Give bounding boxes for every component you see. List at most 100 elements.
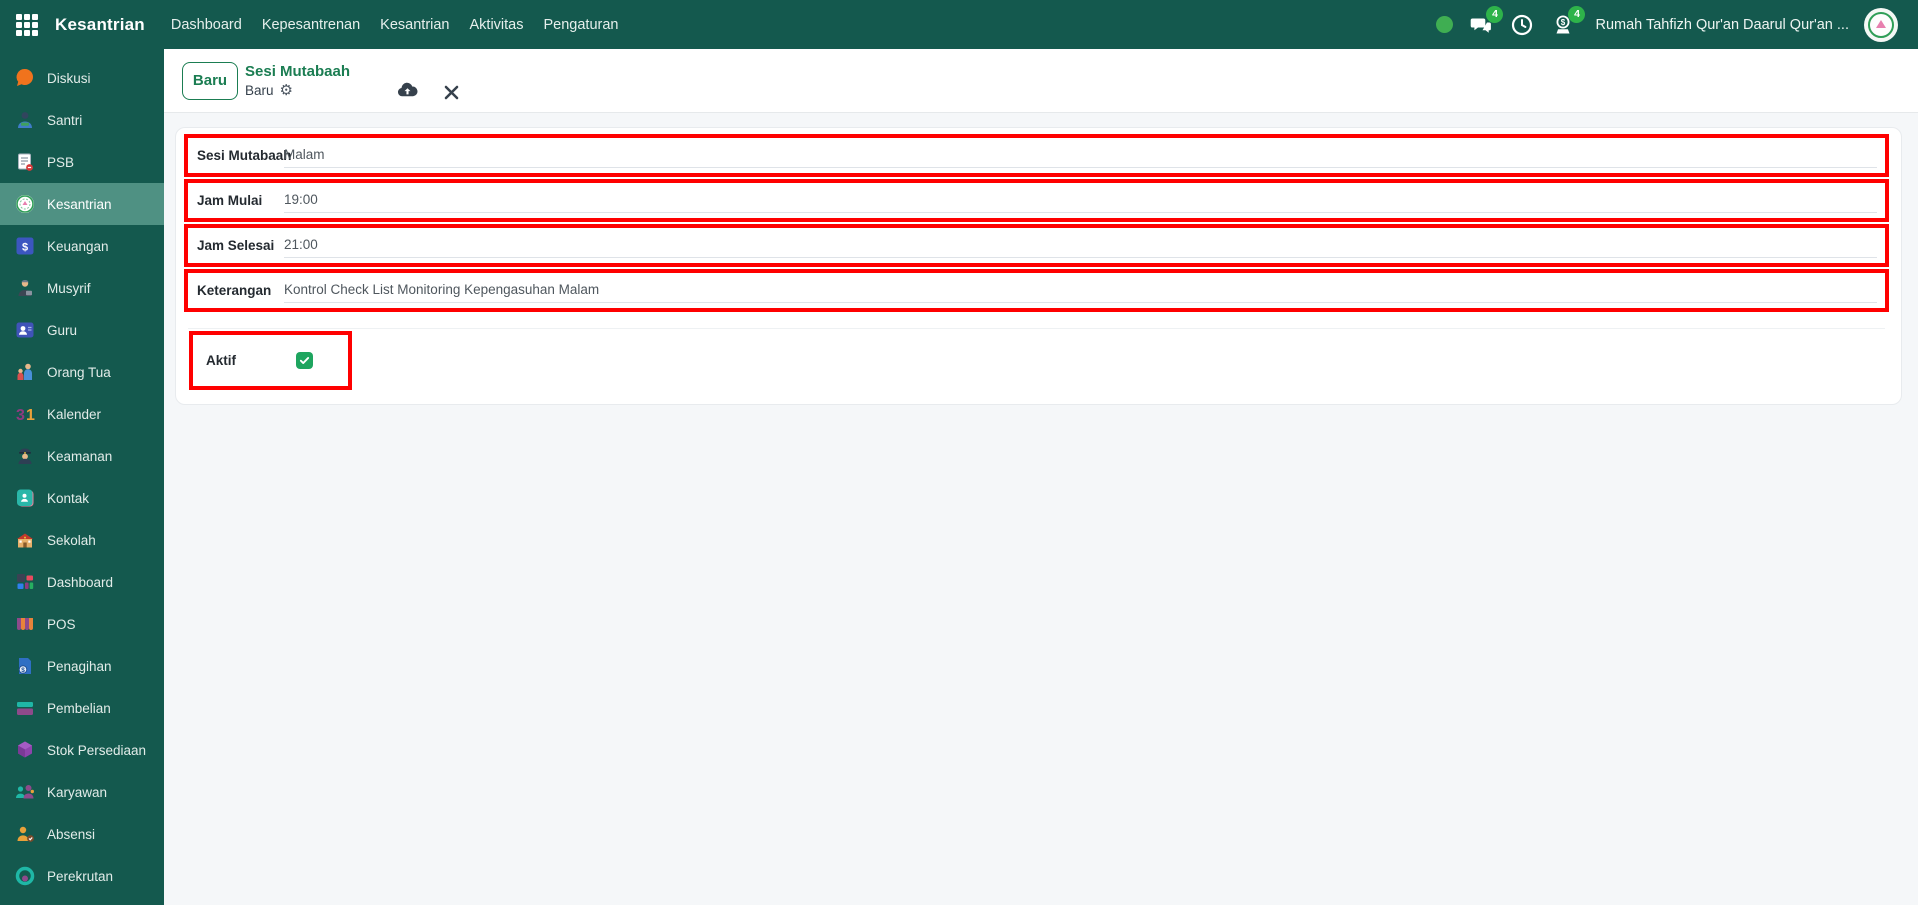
sidebar-item-stok-persediaan[interactable]: Stok Persediaan (0, 729, 164, 771)
field-row-jam-mulai: Jam Mulai 19:00 (184, 179, 1889, 222)
nav-item-aktivitas[interactable]: Aktivitas (470, 17, 524, 33)
form-card: Sesi Mutabaah Malam Jam Mulai 19:00 Jam … (175, 127, 1902, 405)
svg-text:3: 3 (16, 407, 25, 424)
svg-text:$: $ (1561, 18, 1566, 27)
aktif-checkbox[interactable] (296, 352, 313, 369)
time-icon[interactable] (1509, 12, 1535, 38)
org-avatar[interactable] (1864, 7, 1898, 42)
field-row-jam-selesai: Jam Selesai 21:00 (184, 224, 1889, 267)
sidebar-item-guru[interactable]: Guru (0, 309, 164, 351)
sidebar-item-sekolah[interactable]: Sekolah (0, 519, 164, 561)
school-icon (14, 529, 36, 551)
field-row-sesi-mutabaah: Sesi Mutabaah Malam (184, 134, 1889, 177)
sidebar-item-kalender[interactable]: 31 Kalender (0, 393, 164, 435)
field-label: Jam Selesai (197, 238, 275, 253)
sidebar-item-label: Sekolah (47, 532, 96, 548)
organization-name[interactable]: Rumah Tahfizh Qur'an Daarul Qur'an ... (1595, 17, 1849, 33)
sidebar-item-orang-tua[interactable]: Orang Tua (0, 351, 164, 393)
aktif-label: Aktif (206, 353, 236, 368)
sidebar-item-psb[interactable]: PSB (0, 141, 164, 183)
form-header: Baru Sesi Mutabaah Baru ⚙ (164, 49, 1918, 113)
security-guard-icon (14, 445, 36, 467)
purchasing-icon (14, 697, 36, 719)
supervisor-icon (14, 277, 36, 299)
billing-icon: $ (14, 655, 36, 677)
sidebar-item-perekrutan[interactable]: Perekrutan (0, 855, 164, 897)
title-block: Sesi Mutabaah Baru ⚙ (245, 63, 350, 99)
sesi-mutabaah-input[interactable]: Malam (284, 142, 1877, 168)
nav-item-pengaturan[interactable]: Pengaturan (544, 17, 619, 33)
jam-mulai-input[interactable]: 19:00 (284, 187, 1877, 213)
top-navigation: Dashboard Kepesantrenan Kesantrian Aktiv… (171, 17, 619, 33)
field-row-aktif: Aktif (189, 331, 352, 390)
sidebar-item-dashboard[interactable]: Dashboard (0, 561, 164, 603)
sidebar-item-karyawan[interactable]: Karyawan (0, 771, 164, 813)
nav-item-dashboard[interactable]: Dashboard (171, 17, 242, 33)
online-status-dot (1436, 16, 1454, 33)
field-label: Jam Mulai (197, 193, 263, 208)
kesantrian-logo-icon (14, 193, 36, 215)
sidebar-item-label: POS (47, 616, 76, 632)
sidebar-item-pos[interactable]: POS (0, 603, 164, 645)
sidebar-item-label: PSB (47, 154, 75, 170)
brand-title[interactable]: Kesantrian (55, 15, 145, 35)
sidebar-item-label: Pembelian (47, 700, 111, 716)
avatar-logo (1868, 11, 1894, 38)
field-label: Sesi Mutabaah (197, 148, 292, 163)
status-badge-baru[interactable]: Baru (182, 61, 238, 100)
discussion-icon (14, 67, 36, 89)
admission-document-icon (14, 151, 36, 173)
sidebar-item-keuangan[interactable]: $ Keuangan (0, 225, 164, 267)
module-sidebar: Diskusi Santri PSB Kesantrian $ Keuangan (0, 49, 164, 905)
settings-gear-icon[interactable]: ⚙ (280, 83, 293, 98)
support-icon[interactable]: $ 4 (1550, 5, 1586, 38)
sidebar-item-penagihan[interactable]: $ Penagihan (0, 645, 164, 687)
sidebar-item-label: Perekrutan (47, 868, 114, 884)
chat-icon[interactable]: 4 (1468, 5, 1504, 38)
calendar-icon: 31 (14, 403, 36, 425)
apps-grid-icon[interactable] (16, 13, 38, 36)
svg-text:$: $ (22, 242, 28, 254)
top-navbar: Kesantrian Dashboard Kepesantrenan Kesan… (0, 0, 1918, 49)
sidebar-item-label: Keamanan (47, 448, 113, 464)
section-divider (188, 328, 1885, 329)
nav-item-kepesantrenan[interactable]: Kepesantrenan (262, 17, 360, 33)
support-badge: 4 (1568, 5, 1586, 23)
header-actions (396, 79, 461, 102)
sidebar-item-diskusi[interactable]: Diskusi (0, 57, 164, 99)
svg-text:$: $ (21, 667, 25, 674)
attendance-icon (14, 823, 36, 845)
sidebar-item-absensi[interactable]: Absensi (0, 813, 164, 855)
sidebar-item-label: Orang Tua (47, 364, 111, 380)
contact-icon (14, 487, 36, 509)
sidebar-item-label: Penagihan (47, 658, 112, 674)
sidebar-item-label: Diskusi (47, 70, 91, 86)
keterangan-input[interactable]: Kontrol Check List Monitoring Kepengasuh… (284, 277, 1877, 303)
field-label: Keterangan (197, 283, 272, 298)
sidebar-item-label: Kesantrian (47, 196, 112, 212)
student-icon (14, 109, 36, 131)
employees-icon (14, 781, 36, 803)
main-content: Baru Sesi Mutabaah Baru ⚙ Sesi Mutabaah (164, 49, 1918, 905)
dashboard-tiles-icon (14, 571, 36, 593)
sidebar-item-kesantrian[interactable]: Kesantrian (0, 183, 164, 225)
sidebar-item-musyrif[interactable]: Musyrif (0, 267, 164, 309)
svg-text:1: 1 (26, 407, 35, 424)
sidebar-item-label: Dashboard (47, 574, 114, 590)
sidebar-item-label: Santri (47, 112, 83, 128)
sidebar-item-label: Absensi (47, 826, 96, 842)
cloud-upload-icon[interactable] (396, 79, 419, 102)
field-row-keterangan: Keterangan Kontrol Check List Monitoring… (184, 269, 1889, 312)
jam-selesai-input[interactable]: 21:00 (284, 232, 1877, 258)
sidebar-item-kontak[interactable]: Kontak (0, 477, 164, 519)
app-window: Kesantrian Dashboard Kepesantrenan Kesan… (0, 0, 1918, 905)
topbar-right-cluster: 4 $ 4 Rumah Tahfizh Qur'an Daarul Qur'an… (1436, 5, 1898, 42)
nav-item-kesantrian[interactable]: Kesantrian (380, 17, 449, 33)
sidebar-item-pembelian[interactable]: Pembelian (0, 687, 164, 729)
close-icon[interactable] (442, 83, 461, 102)
sidebar-item-keamanan[interactable]: Keamanan (0, 435, 164, 477)
sidebar-item-label: Keuangan (47, 238, 109, 254)
document-subtitle: Baru ⚙ (245, 82, 350, 99)
pos-awning-icon (14, 613, 36, 635)
sidebar-item-santri[interactable]: Santri (0, 99, 164, 141)
